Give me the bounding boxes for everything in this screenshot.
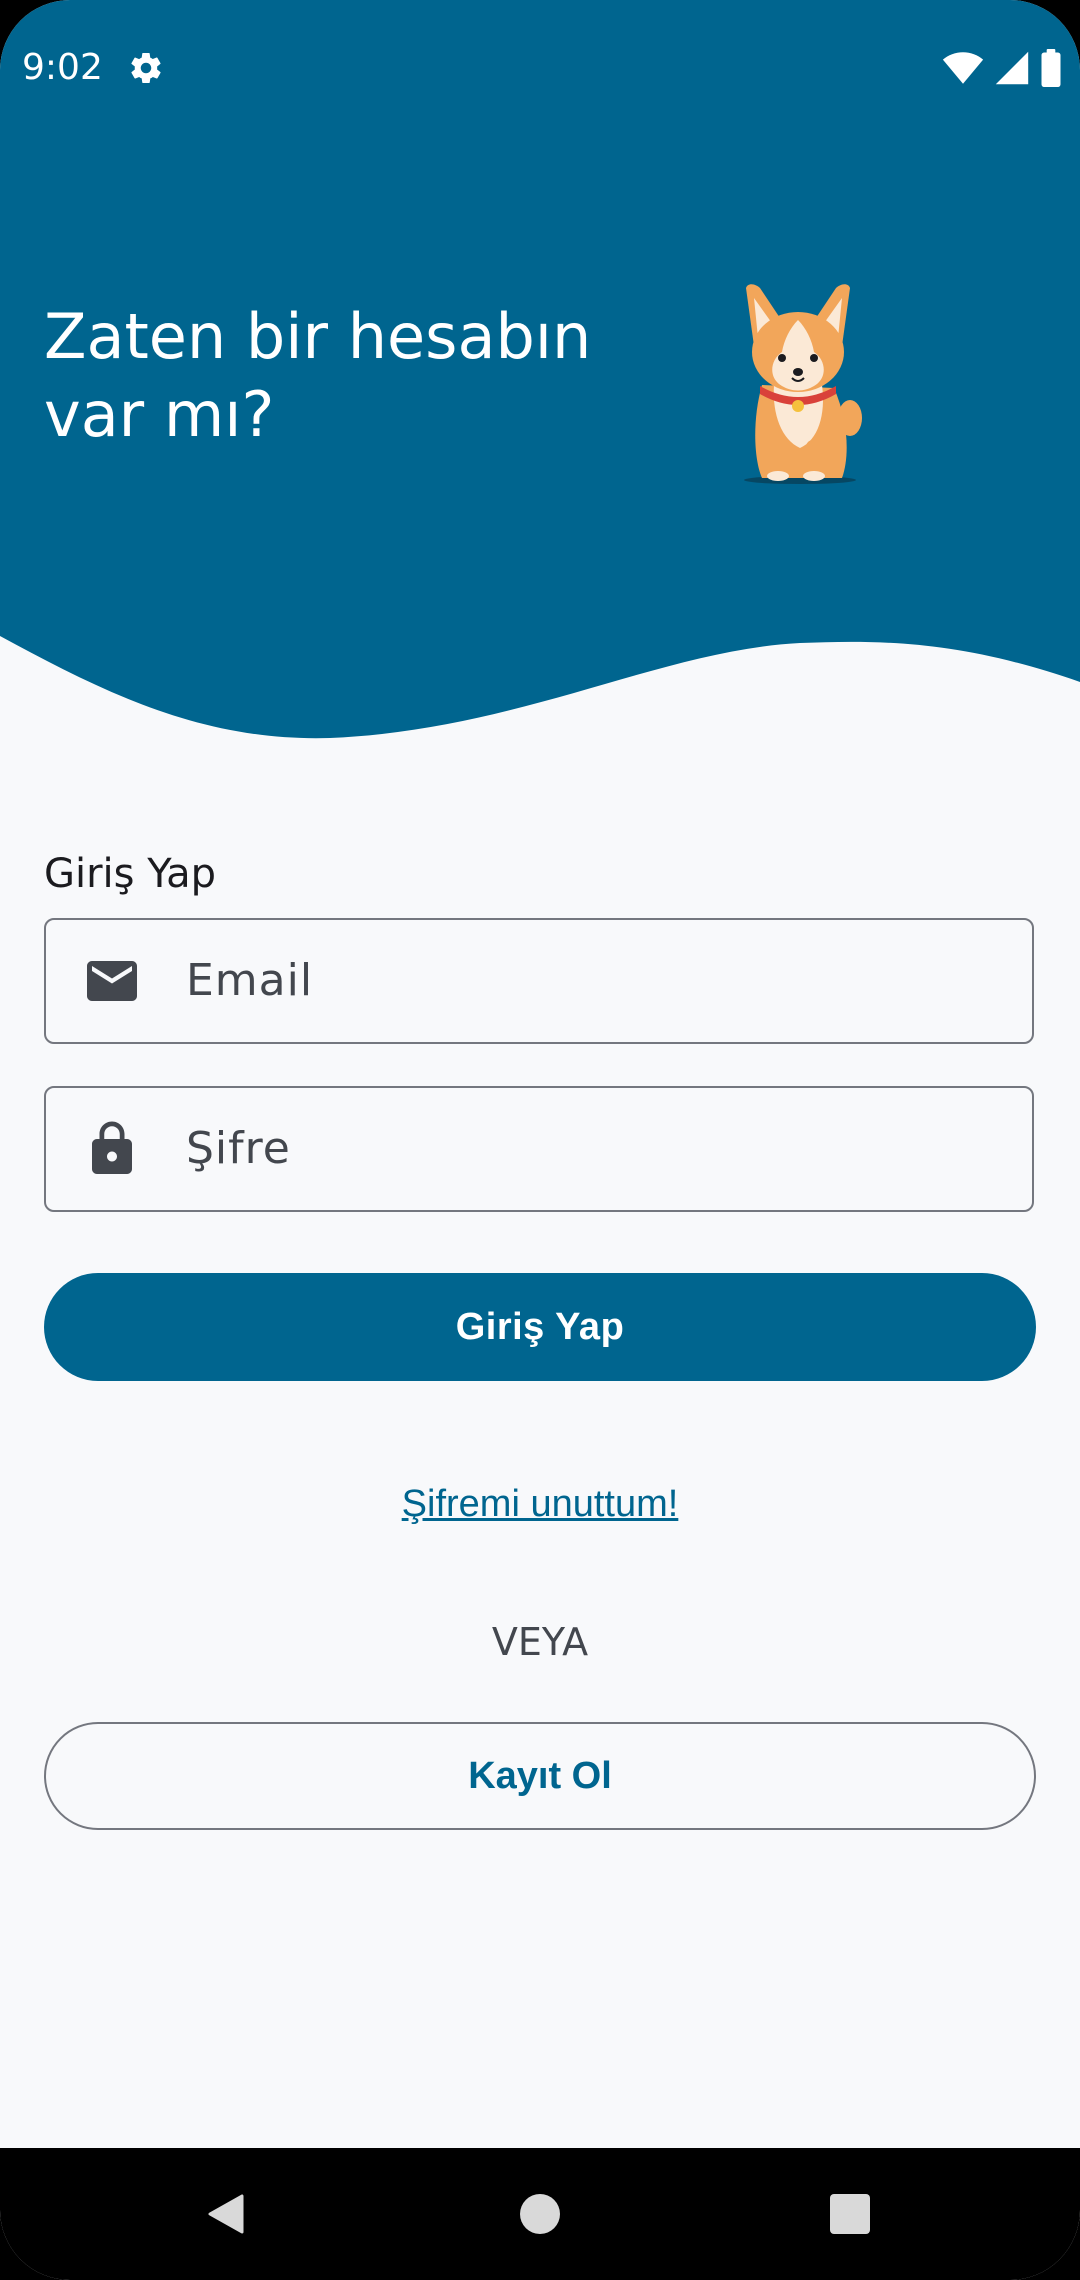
system-navigation-bar — [0, 2148, 1080, 2280]
login-button[interactable]: Giriş Yap — [44, 1273, 1036, 1381]
password-input[interactable] — [186, 1088, 1006, 1209]
email-input[interactable] — [186, 920, 1006, 1041]
status-icons — [942, 48, 1062, 88]
envelope-icon — [87, 961, 137, 1001]
back-triangle-icon[interactable] — [196, 2184, 256, 2244]
email-field[interactable] — [44, 918, 1034, 1044]
headline: Zaten bir hesabın var mı? — [44, 300, 592, 451]
cellular-signal-icon — [995, 51, 1029, 85]
gear-icon — [131, 53, 161, 84]
password-field[interactable] — [44, 1086, 1034, 1212]
wifi-icon — [942, 52, 984, 84]
lock-icon — [92, 1121, 132, 1174]
app-screen: 9:02 Zaten bir hesabın var mı? Giriş Yap… — [0, 0, 1080, 2280]
forgot-password-link[interactable]: Şifremi unuttum! — [0, 1478, 1080, 1530]
login-section-title: Giriş Yap — [44, 851, 217, 897]
status-bar: 9:02 — [0, 0, 1080, 140]
battery-icon — [1041, 49, 1061, 87]
or-divider-text: VEYA — [491, 1620, 589, 1664]
recents-square-icon[interactable] — [820, 2184, 880, 2244]
corgi-mascot-illustration — [744, 284, 862, 484]
home-circle-icon[interactable] — [510, 2184, 570, 2244]
register-button[interactable]: Kayıt Ol — [44, 1722, 1036, 1830]
status-time: 9:02 — [22, 47, 103, 88]
